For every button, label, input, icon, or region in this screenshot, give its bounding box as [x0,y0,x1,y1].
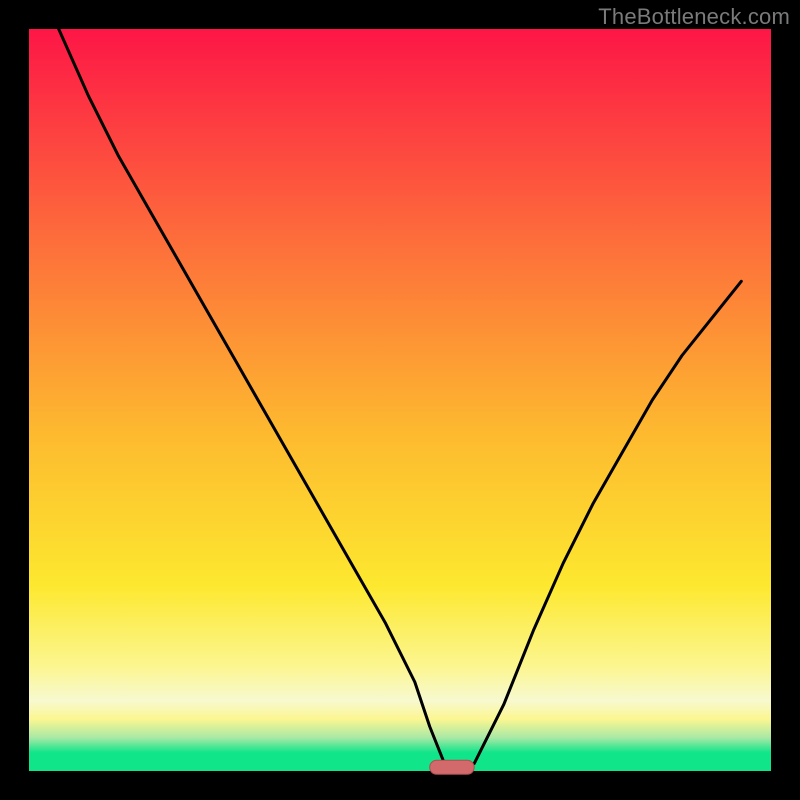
chart-svg [0,0,800,800]
attribution-label: TheBottleneck.com [598,4,790,30]
chart-frame: TheBottleneck.com [0,0,800,800]
plot-background [29,29,771,771]
optimal-marker [430,760,475,774]
